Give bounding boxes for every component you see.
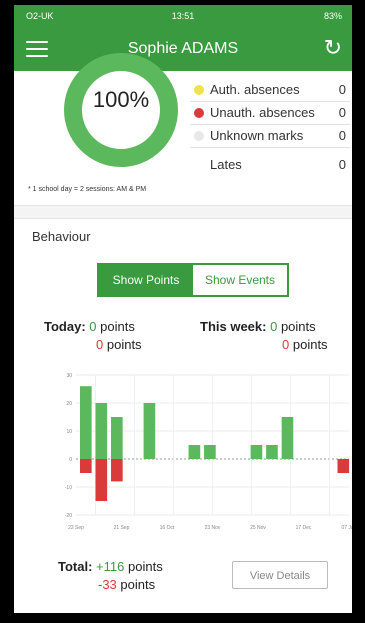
legend-unauth-absences: Unauth. absences 0: [190, 102, 350, 125]
y-tick-label: 20: [66, 401, 72, 407]
unknown-marks-dot-icon: [194, 131, 204, 141]
y-tick-label: 30: [66, 373, 72, 379]
today-negative-value: 0: [96, 337, 104, 352]
week-positive-value: 0: [270, 319, 278, 334]
behaviour-heading: Behaviour: [32, 229, 91, 244]
attendance-percent: 100%: [92, 87, 150, 112]
legend-label: Unknown marks: [210, 128, 304, 143]
total-negative-value: -33: [98, 577, 117, 592]
legend-auth-absences: Auth. absences 0: [190, 79, 350, 102]
legend-value: 0: [338, 105, 346, 120]
x-tick-label: 17 Dec: [296, 525, 312, 531]
y-tick-label: -20: [65, 513, 72, 519]
session-footnote: * 1 school day = 2 sessions: AM & PM: [28, 186, 147, 193]
auth-absences-dot-icon: [194, 85, 204, 95]
clock-label: 13:51: [171, 11, 195, 21]
positive-points-bar: [250, 445, 263, 459]
section-divider: [14, 205, 352, 219]
week-label: This week:: [200, 319, 267, 334]
today-negative-row: 0 points: [96, 337, 142, 352]
week-negative-value: 0: [282, 337, 290, 352]
points-events-toggle: Show Points Show Events: [97, 263, 289, 297]
total-label: Total:: [58, 559, 93, 574]
lates-value: 0: [338, 157, 346, 172]
points-word: points: [292, 337, 328, 352]
x-tick-label: 21 Sep: [114, 525, 130, 531]
x-tick-label: 22 Sep: [68, 525, 84, 531]
positive-points-bar: [188, 445, 201, 459]
lates-row: Lates 0: [190, 155, 350, 177]
positive-points-bar: [204, 445, 216, 459]
negative-points-bar: [337, 459, 350, 473]
view-details-button[interactable]: View Details: [232, 561, 328, 589]
legend-unknown-marks: Unknown marks 0: [190, 125, 350, 148]
points-word: points: [106, 337, 142, 352]
unauth-absences-dot-icon: [194, 108, 204, 118]
positive-points-bar: [95, 403, 108, 459]
show-points-button[interactable]: Show Points: [99, 265, 193, 295]
points-word: points: [100, 319, 135, 334]
legend-value: 0: [338, 82, 346, 97]
points-word: points: [120, 577, 156, 592]
x-tick-label: 25 Nov: [250, 525, 266, 531]
phone-screen: O2-UK 13:51 83% Sophie ADAMS ↻ 100% Auth…: [14, 5, 352, 613]
legend-label: Auth. absences: [210, 82, 300, 97]
week-negative-row: 0 points: [282, 337, 328, 352]
lates-label: Lates: [210, 157, 242, 172]
total-negative-row: -33 points: [98, 577, 155, 592]
positive-points-bar: [281, 417, 294, 459]
today-positive-row: Today: 0 points: [44, 319, 135, 334]
positive-points-bar: [266, 445, 278, 459]
points-word: points: [280, 319, 316, 334]
total-positive-value: +116: [96, 559, 125, 574]
points-word: points: [128, 559, 163, 574]
positive-points-bar: [80, 386, 92, 459]
y-tick-label: -10: [65, 485, 72, 491]
today-positive-value: 0: [89, 319, 97, 334]
y-tick-label: 0: [69, 457, 72, 463]
status-bar: O2-UK 13:51 83%: [14, 5, 352, 27]
refresh-icon[interactable]: ↻: [324, 35, 342, 61]
y-tick-label: 10: [66, 429, 72, 435]
attendance-legend: Auth. absences 0 Unauth. absences 0 Unkn…: [190, 79, 350, 148]
negative-points-bar: [95, 459, 108, 501]
battery-label: 83%: [323, 11, 342, 21]
positive-points-bar: [111, 417, 123, 459]
x-tick-label: 16 Oct: [160, 525, 175, 531]
chart-svg: 30 20 10 0 -10 -20 22 Sep 21 Sep 16 Oct 23 Nov 25 …: [65, 373, 352, 531]
negative-points-bar: [80, 459, 92, 473]
x-tick-label: 23 Nov: [205, 525, 221, 531]
total-points: Total: +116 points -33 points: [58, 559, 163, 592]
x-tick-label: 07 Jan: [341, 525, 352, 531]
show-events-button[interactable]: Show Events: [193, 265, 287, 295]
positive-points-bar: [143, 403, 156, 459]
legend-label: Unauth. absences: [210, 105, 315, 120]
negative-points-bar: [111, 459, 123, 482]
week-positive-row: This week: 0 points: [200, 319, 316, 334]
legend-value: 0: [338, 128, 346, 143]
behaviour-points-chart: 30 20 10 0 -10 -20 22 Sep 21 Sep 16 Oct 23 Nov 25 …: [54, 367, 352, 537]
today-label: Today:: [44, 319, 86, 334]
